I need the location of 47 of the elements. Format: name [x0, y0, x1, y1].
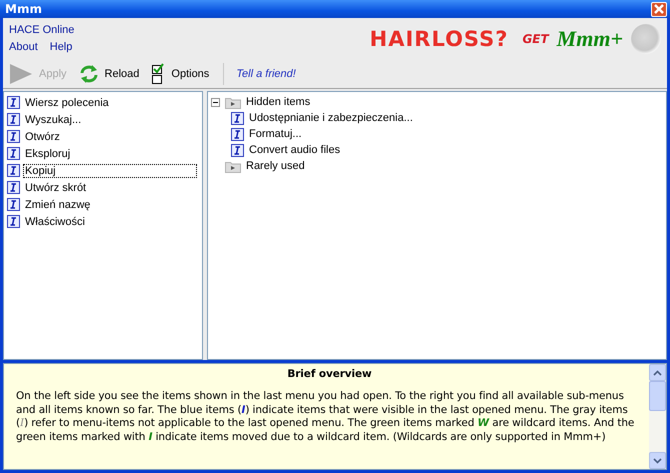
- item-icon: [7, 147, 20, 160]
- scroll-up-button[interactable]: [649, 364, 666, 381]
- collapse-toggle[interactable]: [211, 98, 220, 106]
- scrollbar[interactable]: [649, 364, 666, 469]
- folder-icon: [225, 96, 241, 108]
- list-item[interactable]: Zmień nazwę: [23, 198, 92, 212]
- tell-a-friend-link[interactable]: Tell a friend!: [236, 68, 296, 80]
- banner-headline: HAIRLOSS?: [370, 27, 508, 51]
- item-icon: [231, 128, 244, 140]
- tree-item[interactable]: Rarely used: [246, 160, 305, 172]
- overview-title: Brief overview: [286, 368, 373, 380]
- item-icon: [231, 144, 244, 156]
- play-icon: [9, 63, 33, 85]
- item-icon: [7, 130, 20, 143]
- banner-logo-text: Mmm+: [556, 26, 623, 52]
- options-button[interactable]: Options: [149, 61, 216, 87]
- list-item[interactable]: Kopiuj: [23, 164, 197, 178]
- item-icon: [7, 181, 20, 194]
- menu-link[interactable]: HACE Online: [9, 24, 74, 36]
- window-title: Mmm: [5, 2, 42, 16]
- overview-text: On the left side you see the items shown in the last menu you had open. To the right you find all available sub-menus and all items known so far. The blue items (I) indicate items that were visible in the last opened menu. The gray items (I) refer to menu-items not applicable to the last opened menu. The green items marked W are wildcard items. And the green items marked with I indicate items moved due to a wildcard item. (Wildcards are only supported in Mmm+): [16, 390, 636, 444]
- list-item[interactable]: Wiersz polecenia: [23, 96, 111, 110]
- list-item[interactable]: Otwórz: [23, 130, 62, 144]
- reload-icon: [78, 64, 99, 84]
- reload-button[interactable]: Reload: [76, 62, 146, 86]
- folder-icon: [225, 160, 241, 172]
- item-icon: [231, 112, 244, 124]
- list-item[interactable]: Wyszukaj...: [23, 112, 84, 126]
- tree-item[interactable]: Udostępnianie i zabezpieczenia...: [249, 112, 413, 124]
- scroll-down-button[interactable]: [649, 452, 666, 469]
- tree-item[interactable]: Hidden items: [246, 96, 310, 108]
- item-icon: [7, 215, 20, 228]
- tree-item[interactable]: Formatuj...: [249, 128, 302, 140]
- menu-item[interactable]: Help: [50, 41, 72, 53]
- item-icon: [7, 113, 20, 126]
- menu-item[interactable]: About: [9, 41, 38, 53]
- close-button[interactable]: [651, 2, 667, 16]
- banner-text: GET: [522, 32, 549, 46]
- item-icon: [7, 96, 20, 109]
- list-item[interactable]: Eksploruj: [23, 146, 72, 160]
- scroll-thumb[interactable]: [649, 381, 666, 411]
- checkbox-icon: [151, 63, 166, 85]
- list-item[interactable]: Utwórz skrót: [23, 180, 88, 194]
- tree-item[interactable]: Convert audio files: [249, 144, 340, 156]
- list-item[interactable]: Właściwości: [23, 214, 87, 228]
- item-icon: [7, 198, 20, 211]
- item-icon: [7, 164, 20, 177]
